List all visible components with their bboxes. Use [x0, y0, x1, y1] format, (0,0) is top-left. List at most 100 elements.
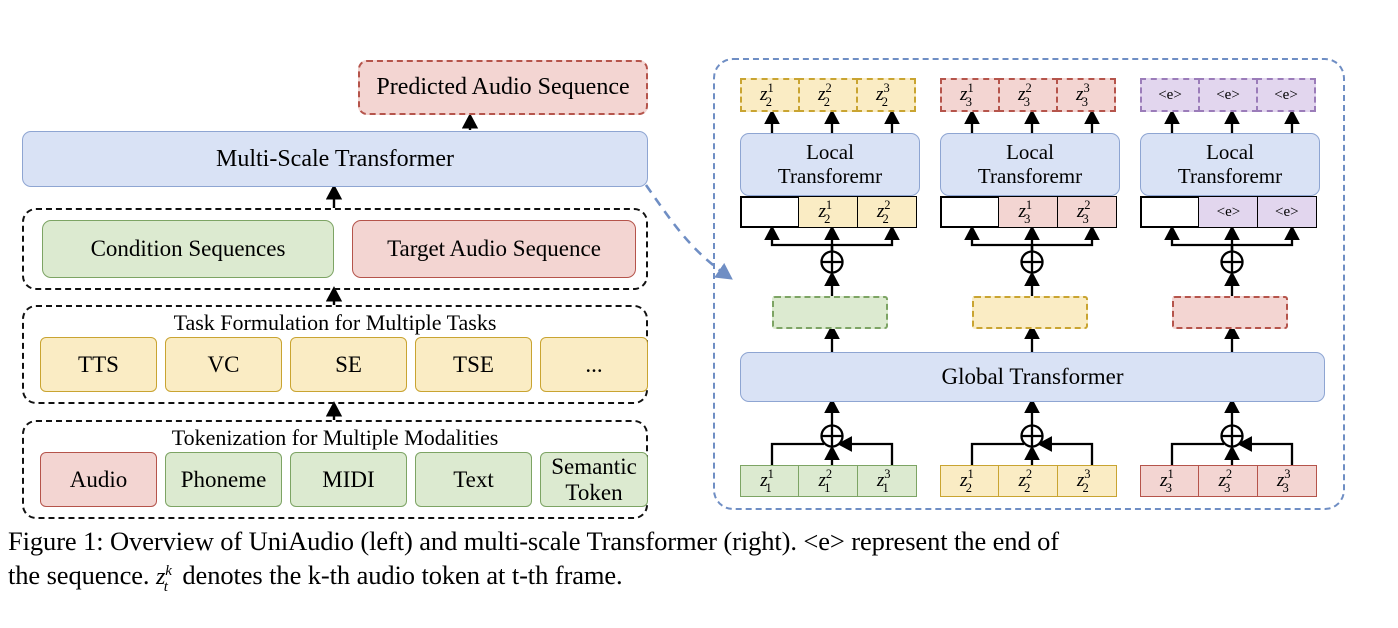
shifted-token-cell: z23 — [1056, 196, 1117, 228]
token-label: z22 — [876, 198, 891, 226]
input-token-strip-1: z11 z21 z31 — [740, 465, 920, 497]
token-label: <e> — [1275, 203, 1299, 220]
input-token-cell: z11 — [740, 465, 800, 497]
output-token-cell: z23 — [998, 78, 1058, 112]
modality-label: MIDI — [322, 466, 375, 492]
input-token-cell: z12 — [940, 465, 1000, 497]
local-transformer-box-1: Local Transforemr — [740, 133, 920, 196]
figure-uniaudio-overview: Predicted Audio Sequence Multi-Scale Tra… — [0, 0, 1398, 628]
shifted-token-cell: z13 — [998, 196, 1059, 228]
shifted-input-strip-3: <e> <e> — [1140, 196, 1320, 228]
global-transformer-box: Global Transformer — [740, 352, 1325, 402]
token-label: z12 — [760, 81, 774, 109]
predicted-audio-sequence-box: Predicted Audio Sequence — [358, 60, 648, 115]
shifted-token-cell: <e> — [1198, 196, 1259, 228]
global-transformer-label: Global Transformer — [941, 364, 1124, 390]
task-formulation-title: Task Formulation for Multiple Tasks — [173, 310, 497, 335]
shifted-input-strip-2: z13 z23 — [940, 196, 1120, 228]
modality-box-midi[interactable]: MIDI — [290, 452, 407, 507]
output-token-cell: z22 — [798, 78, 858, 112]
input-token-cell: z33 — [1256, 465, 1317, 497]
output-token-strip-2: z13 z23 z33 — [940, 78, 1120, 112]
token-label: z22 — [818, 81, 832, 109]
modality-label: Phoneme — [180, 466, 267, 492]
local-transformer-line1: Local — [806, 139, 854, 164]
token-label: z12 — [960, 467, 974, 495]
modality-label: Semantic Token — [551, 453, 637, 505]
embedding-box-1 — [772, 296, 888, 329]
input-token-cell: z22 — [998, 465, 1059, 497]
predicted-audio-sequence-label: Predicted Audio Sequence — [376, 74, 630, 101]
modality-box-phoneme[interactable]: Phoneme — [165, 452, 282, 507]
token-label: z23 — [1076, 198, 1091, 226]
shifted-empty-cell — [940, 196, 1000, 228]
task-box-se[interactable]: SE — [290, 337, 407, 392]
caption-symbol: zkt — [155, 563, 172, 596]
multi-scale-transformer-label: Multi-Scale Transformer — [216, 145, 454, 172]
token-label: z33 — [1276, 467, 1291, 495]
input-token-cell: z23 — [1198, 465, 1259, 497]
output-token-strip-3: <e> <e> <e> — [1140, 78, 1320, 112]
token-label: z13 — [1018, 198, 1033, 226]
token-label: <e> — [1158, 86, 1182, 103]
task-box-tse[interactable]: TSE — [415, 337, 532, 392]
task-label: SE — [335, 351, 362, 377]
modality-box-audio[interactable]: Audio — [40, 452, 157, 507]
input-token-strip-2: z12 z22 z32 — [940, 465, 1120, 497]
input-token-cell: z21 — [798, 465, 859, 497]
caption-line-1: Figure 1: Overview of UniAudio (left) an… — [8, 526, 1059, 556]
modality-label: Audio — [69, 466, 128, 492]
token-label: z22 — [1018, 467, 1033, 495]
caption-line-2: the sequence. zkt denotes the k-th audio… — [8, 560, 623, 596]
shifted-token-cell: z12 — [798, 196, 859, 228]
figure-caption: Figure 1: Overview of UniAudio (left) an… — [8, 524, 1390, 596]
output-token-cell: <e> — [1198, 78, 1258, 112]
condition-sequences-box: Condition Sequences — [42, 220, 334, 278]
shifted-token-cell: z22 — [856, 196, 917, 228]
local-transformer-line2: Transforemr — [1177, 163, 1283, 188]
modality-box-semantic-token[interactable]: Semantic Token — [540, 452, 648, 507]
token-label: z13 — [960, 81, 974, 109]
input-token-cell: z31 — [856, 465, 917, 497]
output-token-strip-1: z12 z22 z32 — [740, 78, 920, 112]
local-transformer-box-2: Local Transforemr — [940, 133, 1120, 196]
tokenization-title: Tokenization for Multiple Modalities — [171, 425, 499, 450]
token-label: <e> — [1216, 86, 1240, 103]
task-label: ... — [585, 351, 603, 377]
input-token-cell: z13 — [1140, 465, 1200, 497]
task-label: TTS — [78, 351, 119, 377]
token-label: <e> — [1216, 203, 1241, 220]
multi-scale-transformer-detail-panel — [713, 58, 1345, 510]
modality-box-text[interactable]: Text — [415, 452, 532, 507]
local-transformer-line2: Transforemr — [977, 163, 1083, 188]
output-token-cell: <e> — [1140, 78, 1200, 112]
target-audio-sequence-box: Target Audio Sequence — [352, 220, 636, 278]
output-token-cell: z12 — [740, 78, 800, 112]
embedding-box-2 — [972, 296, 1088, 329]
task-box-tts[interactable]: TTS — [40, 337, 157, 392]
local-transformer-line2: Transforemr — [777, 163, 883, 188]
output-token-cell: <e> — [1256, 78, 1316, 112]
token-label: z11 — [760, 467, 774, 495]
input-token-cell: z32 — [1056, 465, 1117, 497]
modality-label: Text — [453, 466, 494, 492]
embedding-box-3 — [1172, 296, 1288, 329]
token-label: z23 — [1218, 467, 1233, 495]
shifted-empty-cell — [740, 196, 800, 228]
local-transformer-box-3: Local Transforemr — [1140, 133, 1320, 196]
token-label: <e> — [1274, 86, 1298, 103]
output-token-cell: z13 — [940, 78, 1000, 112]
shifted-empty-cell — [1140, 196, 1200, 228]
local-transformer-line1: Local — [1206, 139, 1254, 164]
task-box-item[interactable]: ... — [540, 337, 648, 392]
output-token-cell: z32 — [856, 78, 916, 112]
token-label: z31 — [876, 467, 891, 495]
target-audio-sequence-label: Target Audio Sequence — [387, 236, 601, 262]
shifted-token-cell: <e> — [1256, 196, 1317, 228]
token-label: z12 — [818, 198, 833, 226]
token-label: z13 — [1160, 467, 1174, 495]
task-box-vc[interactable]: VC — [165, 337, 282, 392]
token-label: z21 — [818, 467, 833, 495]
input-token-strip-3: z13 z23 z33 — [1140, 465, 1320, 497]
condition-sequences-label: Condition Sequences — [90, 236, 286, 262]
